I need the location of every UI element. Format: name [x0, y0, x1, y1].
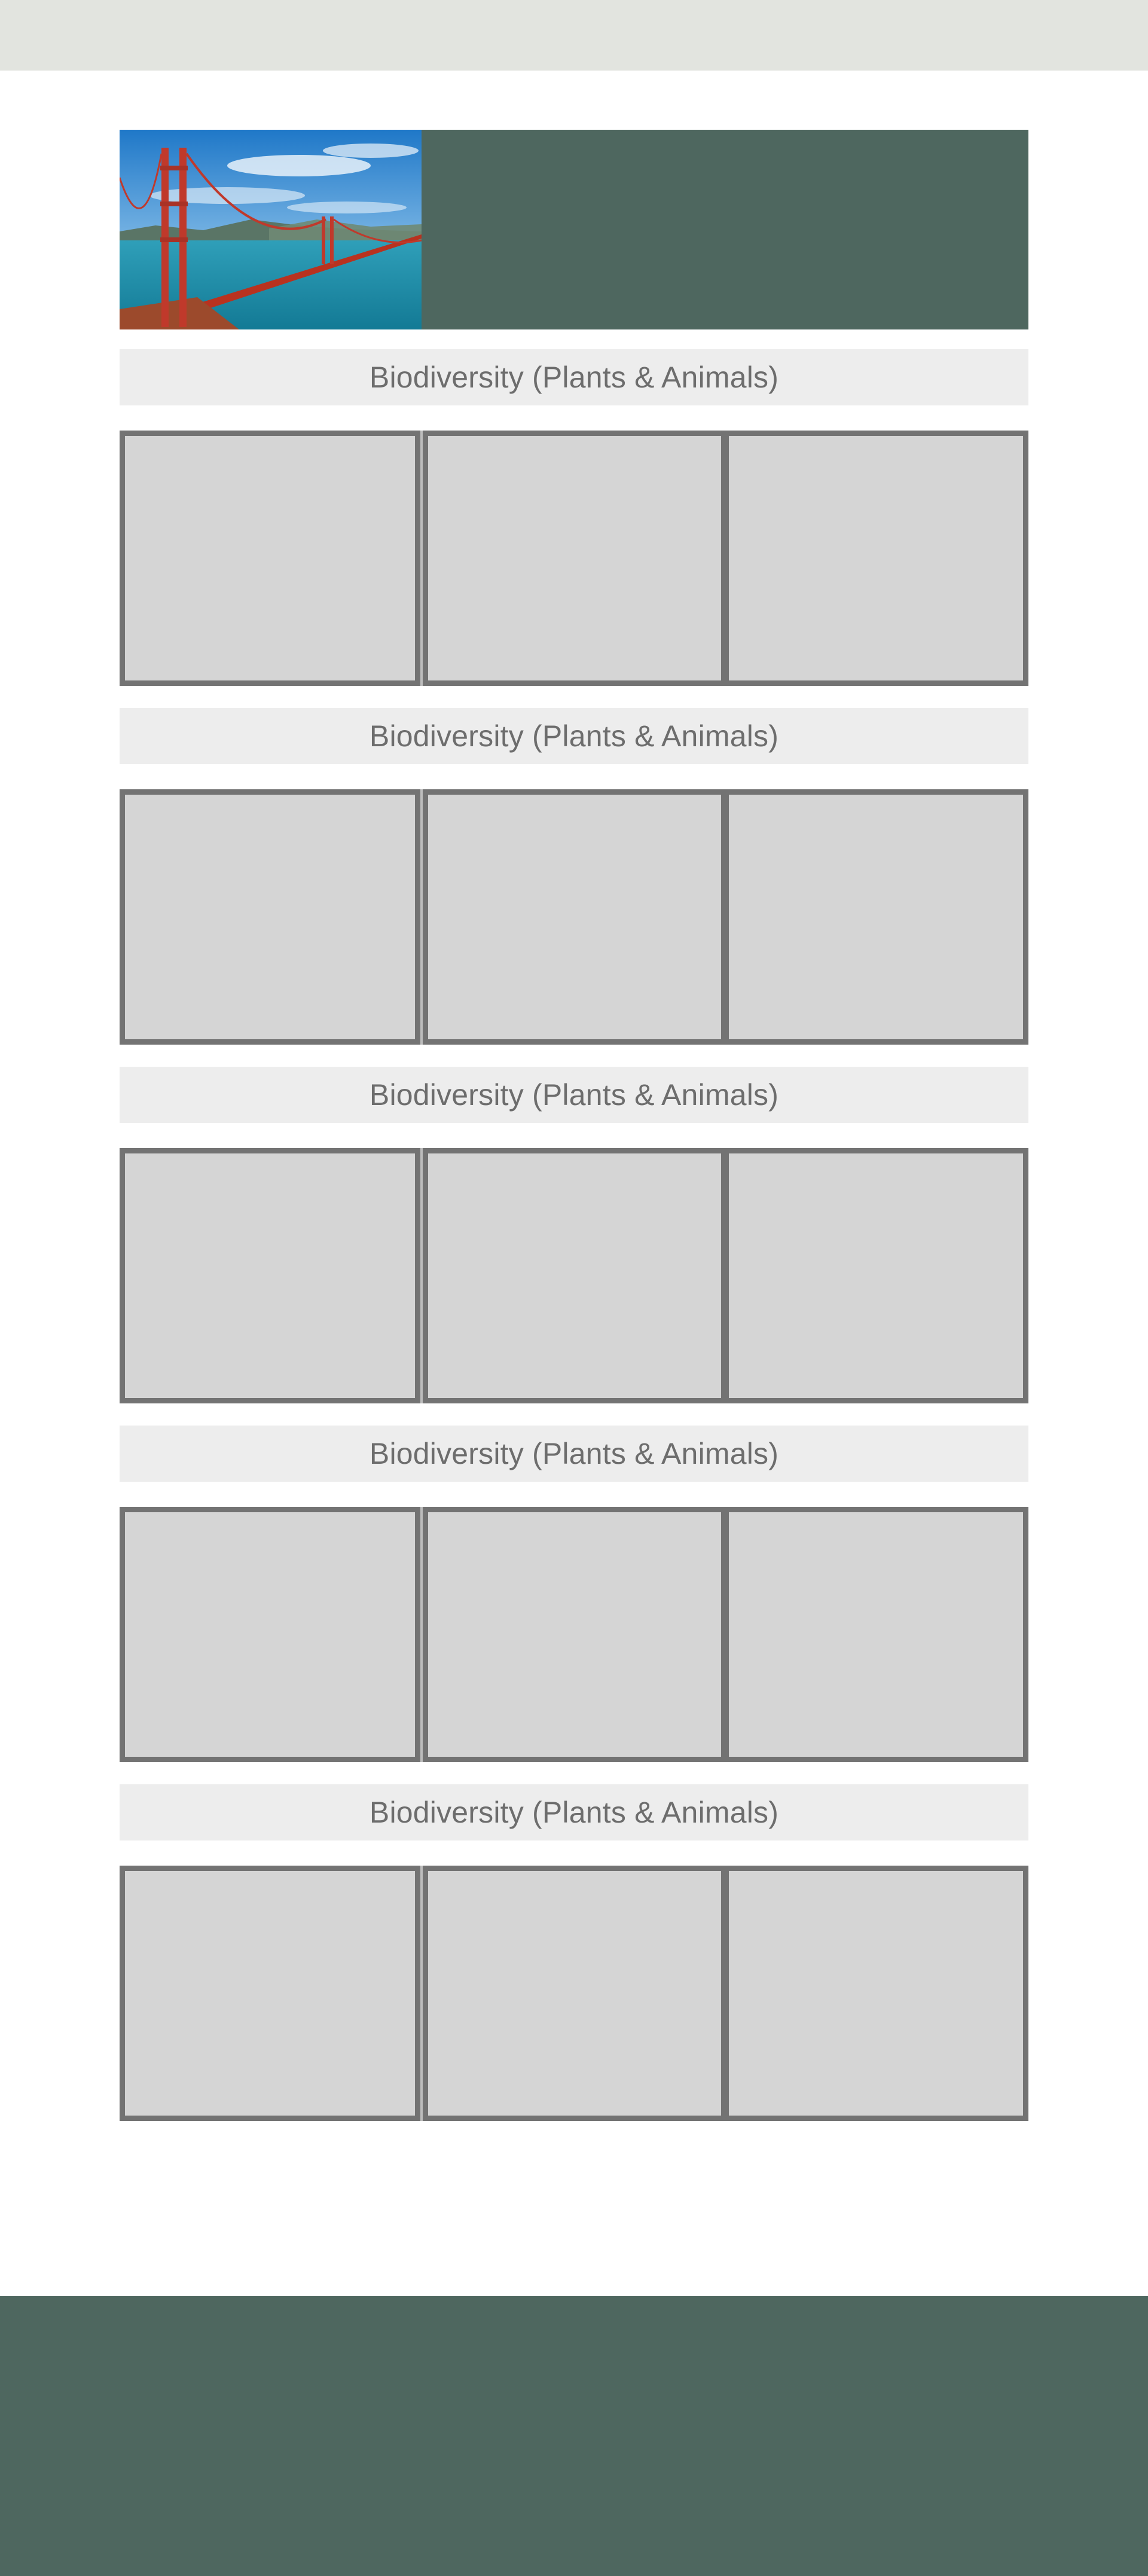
content-card[interactable] — [723, 1866, 1028, 2121]
content-card[interactable] — [423, 431, 726, 686]
card-row — [120, 1866, 1028, 2121]
section-title: Biodiversity (Plants & Animals) — [120, 708, 1028, 764]
content-card[interactable] — [120, 1866, 420, 2121]
card-row — [120, 431, 1028, 686]
content-card[interactable] — [723, 789, 1028, 1045]
content-card[interactable] — [723, 1148, 1028, 1403]
hero-banner — [120, 130, 1028, 329]
content-card[interactable] — [723, 431, 1028, 686]
footer — [0, 2296, 1148, 2576]
section-title: Biodiversity (Plants & Animals) — [120, 1067, 1028, 1123]
card-row — [120, 1148, 1028, 1403]
section-title: Biodiversity (Plants & Animals) — [120, 349, 1028, 405]
content-card[interactable] — [120, 789, 420, 1045]
content-card[interactable] — [423, 1866, 726, 2121]
card-row — [120, 789, 1028, 1045]
content-card[interactable] — [423, 1507, 726, 1762]
content-card[interactable] — [423, 1148, 726, 1403]
content-card[interactable] — [120, 1507, 420, 1762]
content-card[interactable] — [723, 1507, 1028, 1762]
content-card[interactable] — [423, 789, 726, 1045]
section-title: Biodiversity (Plants & Animals) — [120, 1426, 1028, 1482]
golden-gate-bridge-photo — [120, 130, 422, 329]
content-card[interactable] — [120, 431, 420, 686]
section-title: Biodiversity (Plants & Animals) — [120, 1784, 1028, 1841]
card-row — [120, 1507, 1028, 1762]
content-card[interactable] — [120, 1148, 420, 1403]
top-bar — [0, 0, 1148, 71]
